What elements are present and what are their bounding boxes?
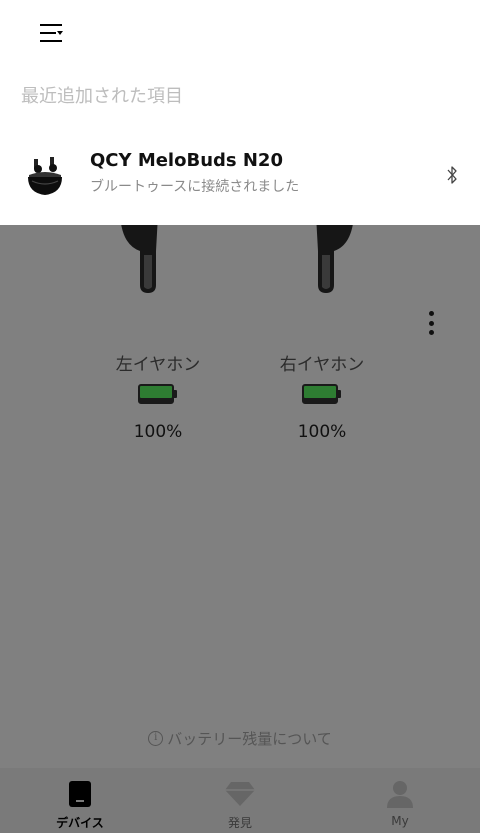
tab-discover-label: 発見 xyxy=(227,816,252,830)
right-earbud-label: 右イヤホン xyxy=(279,355,365,375)
more-options-button[interactable] xyxy=(419,308,443,338)
battery-info-link[interactable]: i バッテリー残量について xyxy=(0,728,480,749)
left-earbud-status: 左イヤホン 100% xyxy=(98,350,218,442)
tab-device[interactable]: デバイス xyxy=(0,768,160,833)
recent-device-item[interactable]: QCY MeloBuds N20 ブルートゥースに接続されました xyxy=(0,135,480,215)
menu-icon[interactable] xyxy=(38,22,66,44)
person-icon xyxy=(387,781,413,808)
tab-device-label: デバイス xyxy=(56,816,104,830)
recent-devices-sheet: 最近追加された項目 QCY MeloBuds N20 ブルートゥースに接続されま… xyxy=(0,0,480,225)
right-earbud-status: 右イヤホン 100% xyxy=(262,350,382,442)
right-battery-percent: 100% xyxy=(297,422,347,442)
left-battery-icon xyxy=(138,384,178,404)
bottom-tab-bar: デバイス 発見 My xyxy=(0,768,480,833)
info-icon: i xyxy=(148,731,164,746)
left-battery-fill xyxy=(140,386,172,398)
recent-items-title: 最近追加された項目 xyxy=(21,86,183,107)
left-battery-percent: 100% xyxy=(133,422,183,442)
left-earbud-label: 左イヤホン xyxy=(115,355,201,375)
right-earbud-image xyxy=(316,215,354,293)
tab-discover[interactable]: 発見 xyxy=(160,768,320,833)
diamond-icon xyxy=(225,782,255,806)
device-icon xyxy=(69,781,91,807)
battery-info-text: バッテリー残量について xyxy=(167,730,332,748)
left-earbud-image xyxy=(120,215,158,293)
dot-icon xyxy=(428,330,434,335)
tab-my-label: My xyxy=(391,814,409,828)
earbuds-case-image xyxy=(28,157,62,195)
dot-icon xyxy=(428,311,434,316)
right-battery-icon xyxy=(302,384,342,404)
right-battery-fill xyxy=(304,386,336,398)
tab-my[interactable]: My xyxy=(320,768,480,833)
bluetooth-icon xyxy=(447,166,457,184)
device-connection-status: ブルートゥースに接続されました xyxy=(90,179,300,195)
device-name: QCY MeloBuds N20 xyxy=(90,150,283,171)
dot-icon xyxy=(428,320,434,326)
